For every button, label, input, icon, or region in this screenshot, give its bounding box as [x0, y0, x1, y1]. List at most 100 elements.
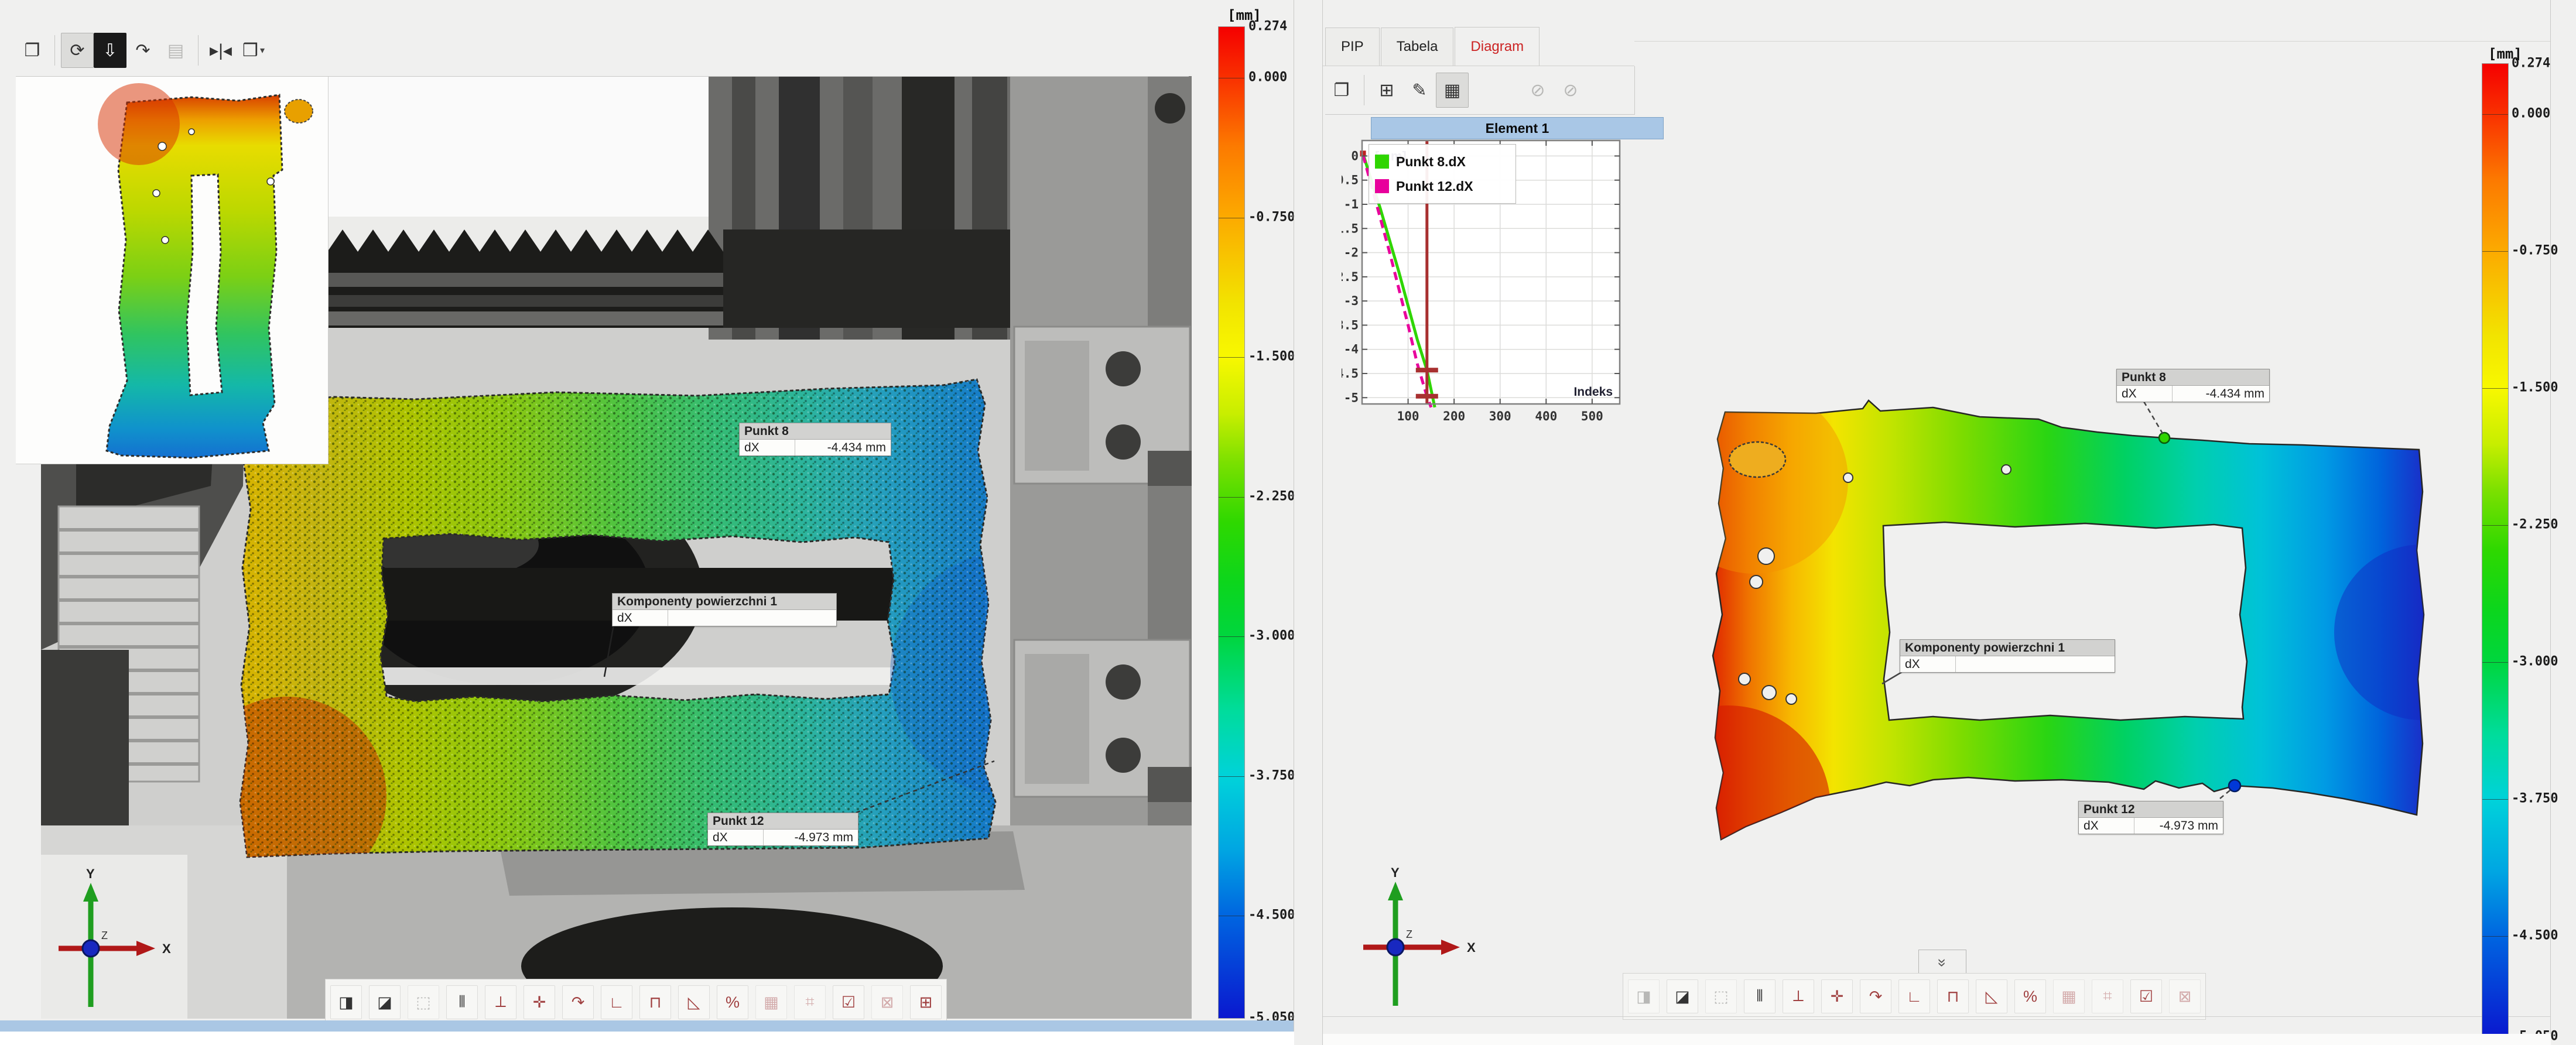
create-link-button[interactable]: %: [2014, 979, 2046, 1013]
annotation-value: -4.434 mm: [2173, 386, 2269, 402]
add-diagram-button[interactable]: ⊞: [1370, 73, 1403, 108]
drag-stage-button[interactable]: ⬚: [1705, 979, 1737, 1013]
coordinate-triad: Y X Z: [56, 866, 190, 1013]
create-link-button[interactable]: %: [717, 985, 748, 1019]
zoom-reset-button[interactable]: ⊘: [1521, 73, 1554, 108]
create-distance-button[interactable]: ✛: [524, 985, 555, 1019]
image-plane-button[interactable]: ▤: [159, 33, 192, 68]
tab-tabela[interactable]: Tabela: [1381, 28, 1454, 66]
split-stage-icon: ⫴: [1756, 987, 1763, 1006]
split-stage-button[interactable]: ⫴: [446, 985, 478, 1019]
check-elements-button[interactable]: ☑: [2130, 979, 2162, 1013]
split-compare-icon: ▸|◂: [210, 40, 232, 61]
tab-pip[interactable]: PIP: [1325, 28, 1380, 66]
scale-tick-label: 0.274: [1248, 19, 1287, 34]
clip-region-button[interactable]: ⌗: [2092, 979, 2123, 1013]
create-curve-icon: ↷: [572, 993, 585, 1012]
y-tick-label: -1: [1344, 197, 1359, 211]
right-3d-view[interactable]: PIP Tabela Diagram ❐⊞✎▦⊘⊘ 0-0.5-1-1.5-2-…: [1322, 0, 2551, 1045]
grid-snap-icon: ▦: [764, 993, 779, 1012]
point-marker-punkt12[interactable]: [2229, 780, 2240, 792]
annotation-title: Punkt 8: [740, 423, 891, 440]
create-distance-icon: ✛: [533, 993, 546, 1012]
drag-stage-icon: ⬚: [416, 993, 431, 1012]
diagram-type-button[interactable]: ▦: [1436, 73, 1469, 108]
point-marker-punkt8[interactable]: [2159, 433, 2170, 443]
create-point-button[interactable]: ⟂: [485, 985, 516, 1019]
create-surface-component-icon: ⊓: [1946, 988, 1959, 1006]
axis-y-label: Y: [1391, 865, 1400, 880]
annotation-punkt8[interactable]: Punkt 8 dX -4.434 mm: [739, 423, 891, 456]
annotation-surface-component[interactable]: Komponenty powierzchni 1 dX: [612, 593, 837, 626]
deviation-flags-button[interactable]: ⊠: [871, 985, 903, 1019]
diagram-x-axis-label: Indeks: [1573, 385, 1613, 399]
deviation-flags-button[interactable]: ⊠: [2169, 979, 2201, 1013]
create-angle-icon: ◺: [688, 993, 700, 1012]
grid-snap-button[interactable]: ▦: [755, 985, 787, 1019]
create-point-button[interactable]: ⟂: [1783, 979, 1814, 1013]
show-left-image-button[interactable]: ◨: [1628, 979, 1660, 1013]
split-compare-button[interactable]: ▸|◂: [204, 33, 237, 68]
x-tick-label: 500: [1581, 409, 1603, 423]
create-section-button[interactable]: ∟: [1898, 979, 1930, 1013]
create-surface-component-button[interactable]: ⊓: [1937, 979, 1969, 1013]
show-overlay-image-icon: ◪: [1675, 988, 1690, 1006]
left-3d-view[interactable]: ❐⟳⇩↷▤▸|◂❒▾ Punkt 8 dX -4.434 mm Komponen…: [0, 0, 1294, 1045]
annotation-surface-component[interactable]: Komponenty powierzchni 1 dX: [1900, 639, 2115, 673]
view-cube-button[interactable]: ❒▾: [237, 33, 270, 68]
y-tick-label: 0: [1351, 149, 1359, 163]
annotation-punkt12[interactable]: Punkt 12 dX -4.973 mm: [707, 813, 858, 846]
clip-region-icon: ⌗: [2103, 987, 2112, 1006]
create-curve-button[interactable]: ↷: [1860, 979, 1891, 1013]
split-stage-button[interactable]: ⫴: [1744, 979, 1776, 1013]
check-elements-button[interactable]: ☑: [833, 985, 864, 1019]
create-curve-button[interactable]: ↷: [562, 985, 594, 1019]
create-section-icon: ∟: [609, 993, 624, 1012]
toolbar-collapse-button[interactable]: »: [1918, 950, 1966, 974]
color-scale-bar[interactable]: [2482, 63, 2509, 1037]
clip-region-button[interactable]: ⌗: [794, 985, 826, 1019]
pip-mode-button[interactable]: ❐: [16, 33, 49, 68]
play-stages-button[interactable]: ⟳: [61, 33, 94, 68]
rotate-stage-button[interactable]: ↷: [126, 33, 159, 68]
zoom-lock-button[interactable]: ⊘: [1554, 73, 1587, 108]
tab-diagram[interactable]: Diagram: [1455, 27, 1540, 66]
grid-snap-icon: ▦: [2061, 988, 2076, 1006]
x-tick-label: 200: [1443, 409, 1465, 423]
scale-tick-label: -0.750: [1248, 210, 1295, 224]
pip-inset[interactable]: [16, 76, 329, 464]
scale-tick-label: -1.500: [1248, 350, 1295, 364]
create-surface-component-button[interactable]: ⊓: [639, 985, 671, 1019]
create-link-icon: %: [2023, 988, 2037, 1006]
stage-value-marker: [1416, 368, 1438, 372]
show-overlay-image-button[interactable]: ◪: [1667, 979, 1698, 1013]
pip-mode-button[interactable]: ❐: [1325, 73, 1358, 108]
scale-tick-line: [2482, 662, 2508, 663]
scale-tick-line: [2482, 936, 2508, 937]
fit-view-button[interactable]: ⇩: [94, 33, 126, 68]
y-tick-label: -3.5: [1342, 318, 1359, 332]
create-angle-button[interactable]: ◺: [678, 985, 710, 1019]
show-overlay-image-button[interactable]: ◪: [369, 985, 401, 1019]
viewport-bottom-border: [1323, 1016, 2551, 1017]
diagram-inset[interactable]: 0-0.5-1-1.5-2-2.5-3-3.5-4-4.5-5100200300…: [1342, 117, 1668, 427]
annotation-punkt8[interactable]: Punkt 8 dX -4.434 mm: [2116, 369, 2270, 402]
surface-component-mesh[interactable]: [1687, 363, 2437, 855]
drag-stage-button[interactable]: ⬚: [408, 985, 439, 1019]
chevron-down-icon: »: [1934, 958, 1952, 965]
annotation-punkt12[interactable]: Punkt 12 dX -4.973 mm: [2078, 801, 2223, 834]
create-section-button[interactable]: ∟: [601, 985, 632, 1019]
color-scale-bar[interactable]: [1218, 26, 1245, 1019]
show-left-image-button[interactable]: ◨: [330, 985, 362, 1019]
scale-tick-line: [2482, 251, 2508, 252]
create-distance-button[interactable]: ✛: [1821, 979, 1853, 1013]
diagram-title-bar[interactable]: Element 1: [1371, 117, 1664, 139]
zoom-reset-icon: ⊘: [1530, 80, 1545, 101]
grid-snap-button[interactable]: ▦: [2053, 979, 2085, 1013]
scale-tick-label: 0.000: [2512, 106, 2550, 121]
create-angle-button[interactable]: ◺: [1976, 979, 2007, 1013]
image-plane-icon: ▤: [167, 40, 184, 61]
annotation-value: -4.434 mm: [795, 440, 891, 455]
edit-style-button[interactable]: ✎: [1403, 73, 1436, 108]
create-table-button[interactable]: ⊞: [910, 985, 942, 1019]
